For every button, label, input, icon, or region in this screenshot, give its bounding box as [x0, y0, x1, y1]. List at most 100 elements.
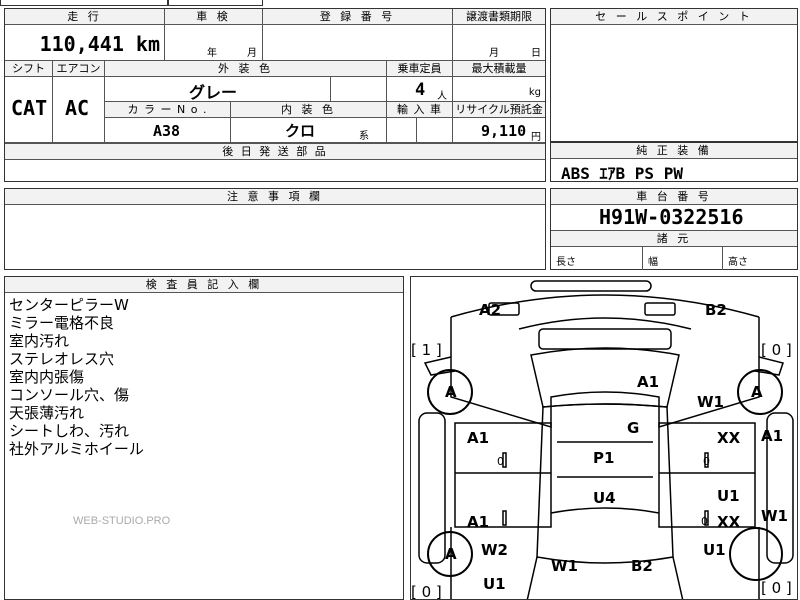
label-w1-bottom: W1	[551, 557, 578, 575]
max-load-cell: kg	[453, 76, 545, 102]
color-no-cell: A38	[105, 117, 231, 143]
caution-box: 注 意 事 項 欄	[4, 188, 546, 270]
label-b2-top: B2	[705, 301, 727, 319]
small-zero-right-rear: 0	[701, 515, 708, 528]
left-count-top: [ 1 ]	[411, 341, 442, 359]
exterior-color-cell: グレー	[105, 76, 331, 102]
mileage-cell: 110,441 km	[5, 24, 165, 61]
mileage-header: 走 行	[5, 9, 165, 25]
label-b2-bottom: B2	[631, 557, 653, 575]
chassis-box: 車 台 番 号 H91W-0322516 諸 元 長さ 幅 高さ	[550, 188, 798, 270]
left-count-bottom: [ 0 ]	[411, 583, 442, 600]
interior-color-cell: クロ 系	[231, 117, 387, 143]
max-load-header: 最大積載量	[453, 61, 545, 77]
inspection-cell: 年 月	[165, 24, 263, 61]
inspection-month-label: 月	[247, 48, 257, 59]
registration-cell	[263, 24, 453, 61]
small-zero-left-front: 0	[497, 455, 504, 468]
shift-header: シフト	[5, 61, 53, 77]
seating-unit: 人	[437, 91, 447, 102]
width-label: 幅	[648, 257, 658, 268]
inspection-year-label: 年	[207, 48, 217, 59]
right-count-top: [ 0 ]	[761, 341, 792, 359]
ac-value: AC	[65, 96, 90, 120]
recycle-unit: 円	[531, 132, 541, 143]
sales-point-header: セ ー ル ス ポ イ ン ト	[551, 9, 797, 25]
right-count-bottom: [ 0 ]	[761, 579, 792, 597]
inspector-notes-box: 検 査 員 記 入 欄 センターピラーW ミラー電格不良 室内汚れ ステレオレス…	[4, 276, 404, 600]
registration-header: 登 録 番 号	[263, 9, 453, 25]
label-hood-a1: A1	[637, 373, 660, 391]
note-line: センターピラーW	[9, 296, 129, 314]
inspector-header: 検 査 員 記 入 欄	[5, 277, 403, 293]
car-damage-diagram: A2 B2 [ 1 ] [ 0 ] A A A A1 W1 G A1 XX A1…	[410, 276, 798, 600]
exterior-color-header: 外 装 色	[105, 61, 387, 77]
chassis-number: H91W-0322516	[599, 205, 744, 229]
label-p1: P1	[593, 449, 615, 467]
color-no-header: カ ラ ー N o .	[105, 102, 231, 118]
note-line: ミラー電格不良	[9, 314, 115, 332]
label-door-left-front: A1	[467, 429, 490, 447]
note-line: 天張薄汚れ	[9, 404, 85, 422]
note-line: 室内内張傷	[9, 368, 85, 386]
ac-header: エアコン	[53, 61, 105, 77]
caution-header: 注 意 事 項 欄	[5, 189, 545, 205]
note-line: ステレオレス穴	[9, 350, 115, 368]
label-w2: W2	[481, 541, 508, 559]
recycle-value: 9,110	[481, 122, 527, 140]
height-cell: 高さ	[723, 246, 797, 270]
standard-equipment-header: 純 正 装 備	[551, 143, 797, 159]
small-zero-right-front: 0	[703, 455, 710, 468]
transfer-month-label: 月	[489, 48, 499, 59]
label-right-fender: A1	[761, 427, 784, 445]
height-label: 高さ	[728, 257, 748, 268]
later-parts-header: 後 日 発 送 部 品	[5, 143, 545, 160]
watermark-text: WEB-STUDIO.PRO	[73, 515, 171, 527]
import-cell-1	[387, 117, 417, 143]
label-right-rear-xx: XX	[717, 513, 741, 531]
ac-cell: AC	[53, 76, 105, 143]
label-u1-right-lower: U1	[703, 541, 726, 559]
label-right-rear-w1: W1	[761, 507, 788, 525]
label-left-rear-a1: A1	[467, 513, 490, 531]
interior-color-header: 内 装 色	[231, 102, 387, 118]
interior-color-value: クロ	[285, 122, 316, 140]
wheel-fr-label: A	[751, 383, 763, 401]
seating-cell: 4 人	[387, 76, 453, 102]
vehicle-spec-sheet: 走 行 車 検 登 録 番 号 譲渡書類期限 110,441 km 年 月 月 …	[4, 8, 546, 182]
max-load-unit: kg	[528, 87, 541, 98]
label-u1-left-bottom: U1	[483, 575, 506, 593]
seating-value: 4	[415, 80, 426, 100]
seating-header: 乗車定員	[387, 61, 453, 77]
top-partial-row-2	[168, 0, 263, 6]
label-a2: A2	[479, 301, 502, 319]
transfer-deadline-header: 譲渡書類期限	[453, 9, 545, 25]
import-cell-2	[417, 117, 453, 143]
sales-point-box: セ ー ル ス ポ イ ン ト	[550, 8, 798, 142]
mileage-value: 110,441 km	[39, 32, 160, 56]
length-cell: 長さ	[551, 246, 643, 270]
note-line: 室内汚れ	[9, 332, 70, 350]
label-right-rear-u1: U1	[717, 487, 740, 505]
exterior-color-extra-cell	[331, 76, 387, 102]
import-header: 輸 入 車	[387, 102, 453, 118]
label-w1-front-right: W1	[697, 393, 724, 411]
standard-equipment-box: 純 正 装 備 ABS ｴｱB PS PW	[550, 142, 798, 183]
note-line: コンソール穴、傷	[9, 386, 130, 404]
label-u4: U4	[593, 489, 616, 507]
label-g: G	[627, 419, 640, 437]
transfer-day-label: 日	[531, 48, 541, 59]
standard-equipment-value: ABS ｴｱB PS PW	[561, 164, 683, 183]
dims-header: 諸 元	[551, 230, 797, 247]
interior-color-suffix: 系	[359, 131, 369, 142]
inspector-notes-list: センターピラーW ミラー電格不良 室内汚れ ステレオレス穴 室内内張傷 コンソー…	[9, 296, 144, 458]
recycle-header: リサイクル預託金	[453, 102, 545, 118]
label-door-right-front: XX	[717, 429, 741, 447]
wheel-rl-label: A	[445, 545, 457, 563]
note-line: 社外アルミホイール	[9, 440, 144, 458]
recycle-cell: 9,110 円	[453, 117, 545, 143]
exterior-color-value: グレー	[189, 83, 238, 102]
color-no-value: A38	[153, 122, 181, 140]
shift-cell: CAT	[5, 76, 53, 143]
wheel-fl-label: A	[445, 383, 457, 401]
